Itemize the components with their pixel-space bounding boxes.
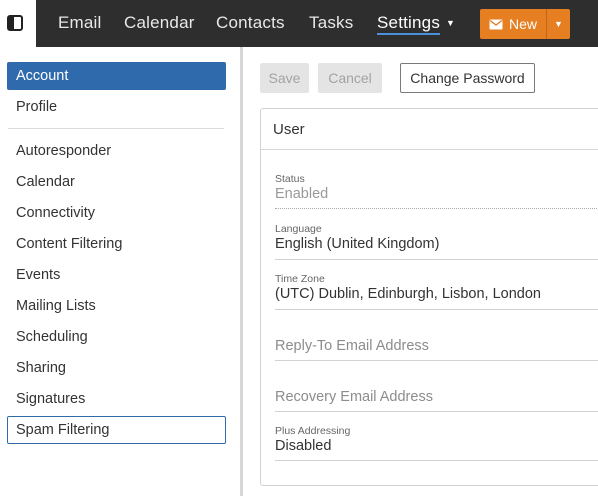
nav-calendar[interactable]: Calendar (124, 13, 195, 33)
sidebar-item-scheduling[interactable]: Scheduling (7, 323, 226, 351)
sidebar-item-sharing[interactable]: Sharing (7, 354, 226, 382)
recovery-email-field[interactable]: Recovery Email Address (275, 389, 433, 405)
sidebar-item-mailing-lists[interactable]: Mailing Lists (7, 292, 226, 320)
caret-down-icon: ▼ (554, 19, 563, 29)
nav-tasks[interactable]: Tasks (309, 13, 353, 33)
sidebar-item-label: Connectivity (16, 205, 95, 221)
language-label: Language (275, 223, 322, 235)
nav-contacts-label: Contacts (216, 13, 285, 32)
sidebar-item-label: Mailing Lists (16, 298, 96, 314)
sidebar-item-label: Content Filtering (16, 236, 123, 252)
card-title: User (273, 121, 305, 138)
plus-addressing-label: Plus Addressing (275, 425, 351, 437)
plus-addressing-underline (275, 460, 598, 461)
timezone-underline (275, 309, 598, 310)
new-dropdown-button[interactable]: ▼ (547, 9, 570, 39)
timezone-label: Time Zone (275, 273, 325, 285)
panel-toggle-button[interactable] (0, 0, 36, 47)
nav-calendar-label: Calendar (124, 13, 195, 32)
card-header-divider (261, 149, 598, 150)
sidebar-item-account[interactable]: Account (7, 62, 226, 90)
change-password-label: Change Password (410, 70, 525, 86)
save-button-label: Save (268, 70, 301, 86)
sidebar-resize-divider[interactable] (240, 47, 243, 496)
sidebar-item-label: Scheduling (16, 329, 88, 345)
nav-contacts[interactable]: Contacts (216, 13, 285, 33)
sidebar-item-label: Sharing (16, 360, 66, 376)
sidebar-toggle-icon (7, 15, 23, 31)
sidebar-item-label: Signatures (16, 391, 86, 407)
top-navigation-bar: Email Calendar Contacts Tasks Settings ▼ … (0, 0, 598, 47)
nav-settings-label: Settings (377, 13, 441, 35)
cancel-button-label: Cancel (328, 70, 372, 86)
nav-email-label: Email (58, 13, 102, 32)
sidebar-item-spam-filtering[interactable]: Spam Filtering (7, 416, 226, 444)
change-password-button[interactable]: Change Password (400, 63, 535, 93)
sidebar-separator (8, 128, 224, 129)
caret-down-icon: ▼ (446, 18, 456, 28)
timezone-select[interactable]: (UTC) Dublin, Edinburgh, Lisbon, London (275, 286, 541, 302)
sidebar-item-calendar[interactable]: Calendar (7, 168, 226, 196)
cancel-button[interactable]: Cancel (318, 63, 382, 93)
sidebar-item-signatures[interactable]: Signatures (7, 385, 226, 413)
new-button-label: New (508, 16, 537, 32)
reply-to-underline (275, 360, 598, 361)
sidebar-item-profile[interactable]: Profile (7, 93, 226, 121)
sidebar-item-label: Account (16, 68, 69, 84)
plus-addressing-select[interactable]: Disabled (275, 438, 331, 454)
sidebar-item-label: Calendar (16, 174, 75, 190)
status-underline (275, 208, 598, 209)
sidebar-item-connectivity[interactable]: Connectivity (7, 199, 226, 227)
status-label: Status (275, 173, 305, 185)
reply-to-email-field[interactable]: Reply-To Email Address (275, 338, 429, 354)
envelope-icon (489, 19, 503, 29)
nav-email[interactable]: Email (58, 13, 102, 33)
recovery-underline (275, 411, 598, 412)
new-button-group: New ▼ (480, 9, 570, 39)
sidebar-item-label: Autoresponder (16, 143, 112, 159)
new-button[interactable]: New (480, 9, 546, 39)
sidebar-item-autoresponder[interactable]: Autoresponder (7, 137, 226, 165)
status-value: Enabled (275, 186, 329, 202)
nav-tasks-label: Tasks (309, 13, 354, 32)
sidebar-item-label: Spam Filtering (16, 422, 110, 438)
save-button[interactable]: Save (260, 63, 309, 93)
sidebar-item-events[interactable]: Events (7, 261, 226, 289)
nav-settings[interactable]: Settings ▼ (377, 13, 456, 35)
sidebar-item-label: Profile (16, 99, 58, 115)
sidebar-item-content-filtering[interactable]: Content Filtering (7, 230, 226, 258)
language-underline (275, 259, 598, 260)
sidebar-item-label: Events (16, 267, 61, 283)
language-select[interactable]: English (United Kingdom) (275, 236, 439, 252)
